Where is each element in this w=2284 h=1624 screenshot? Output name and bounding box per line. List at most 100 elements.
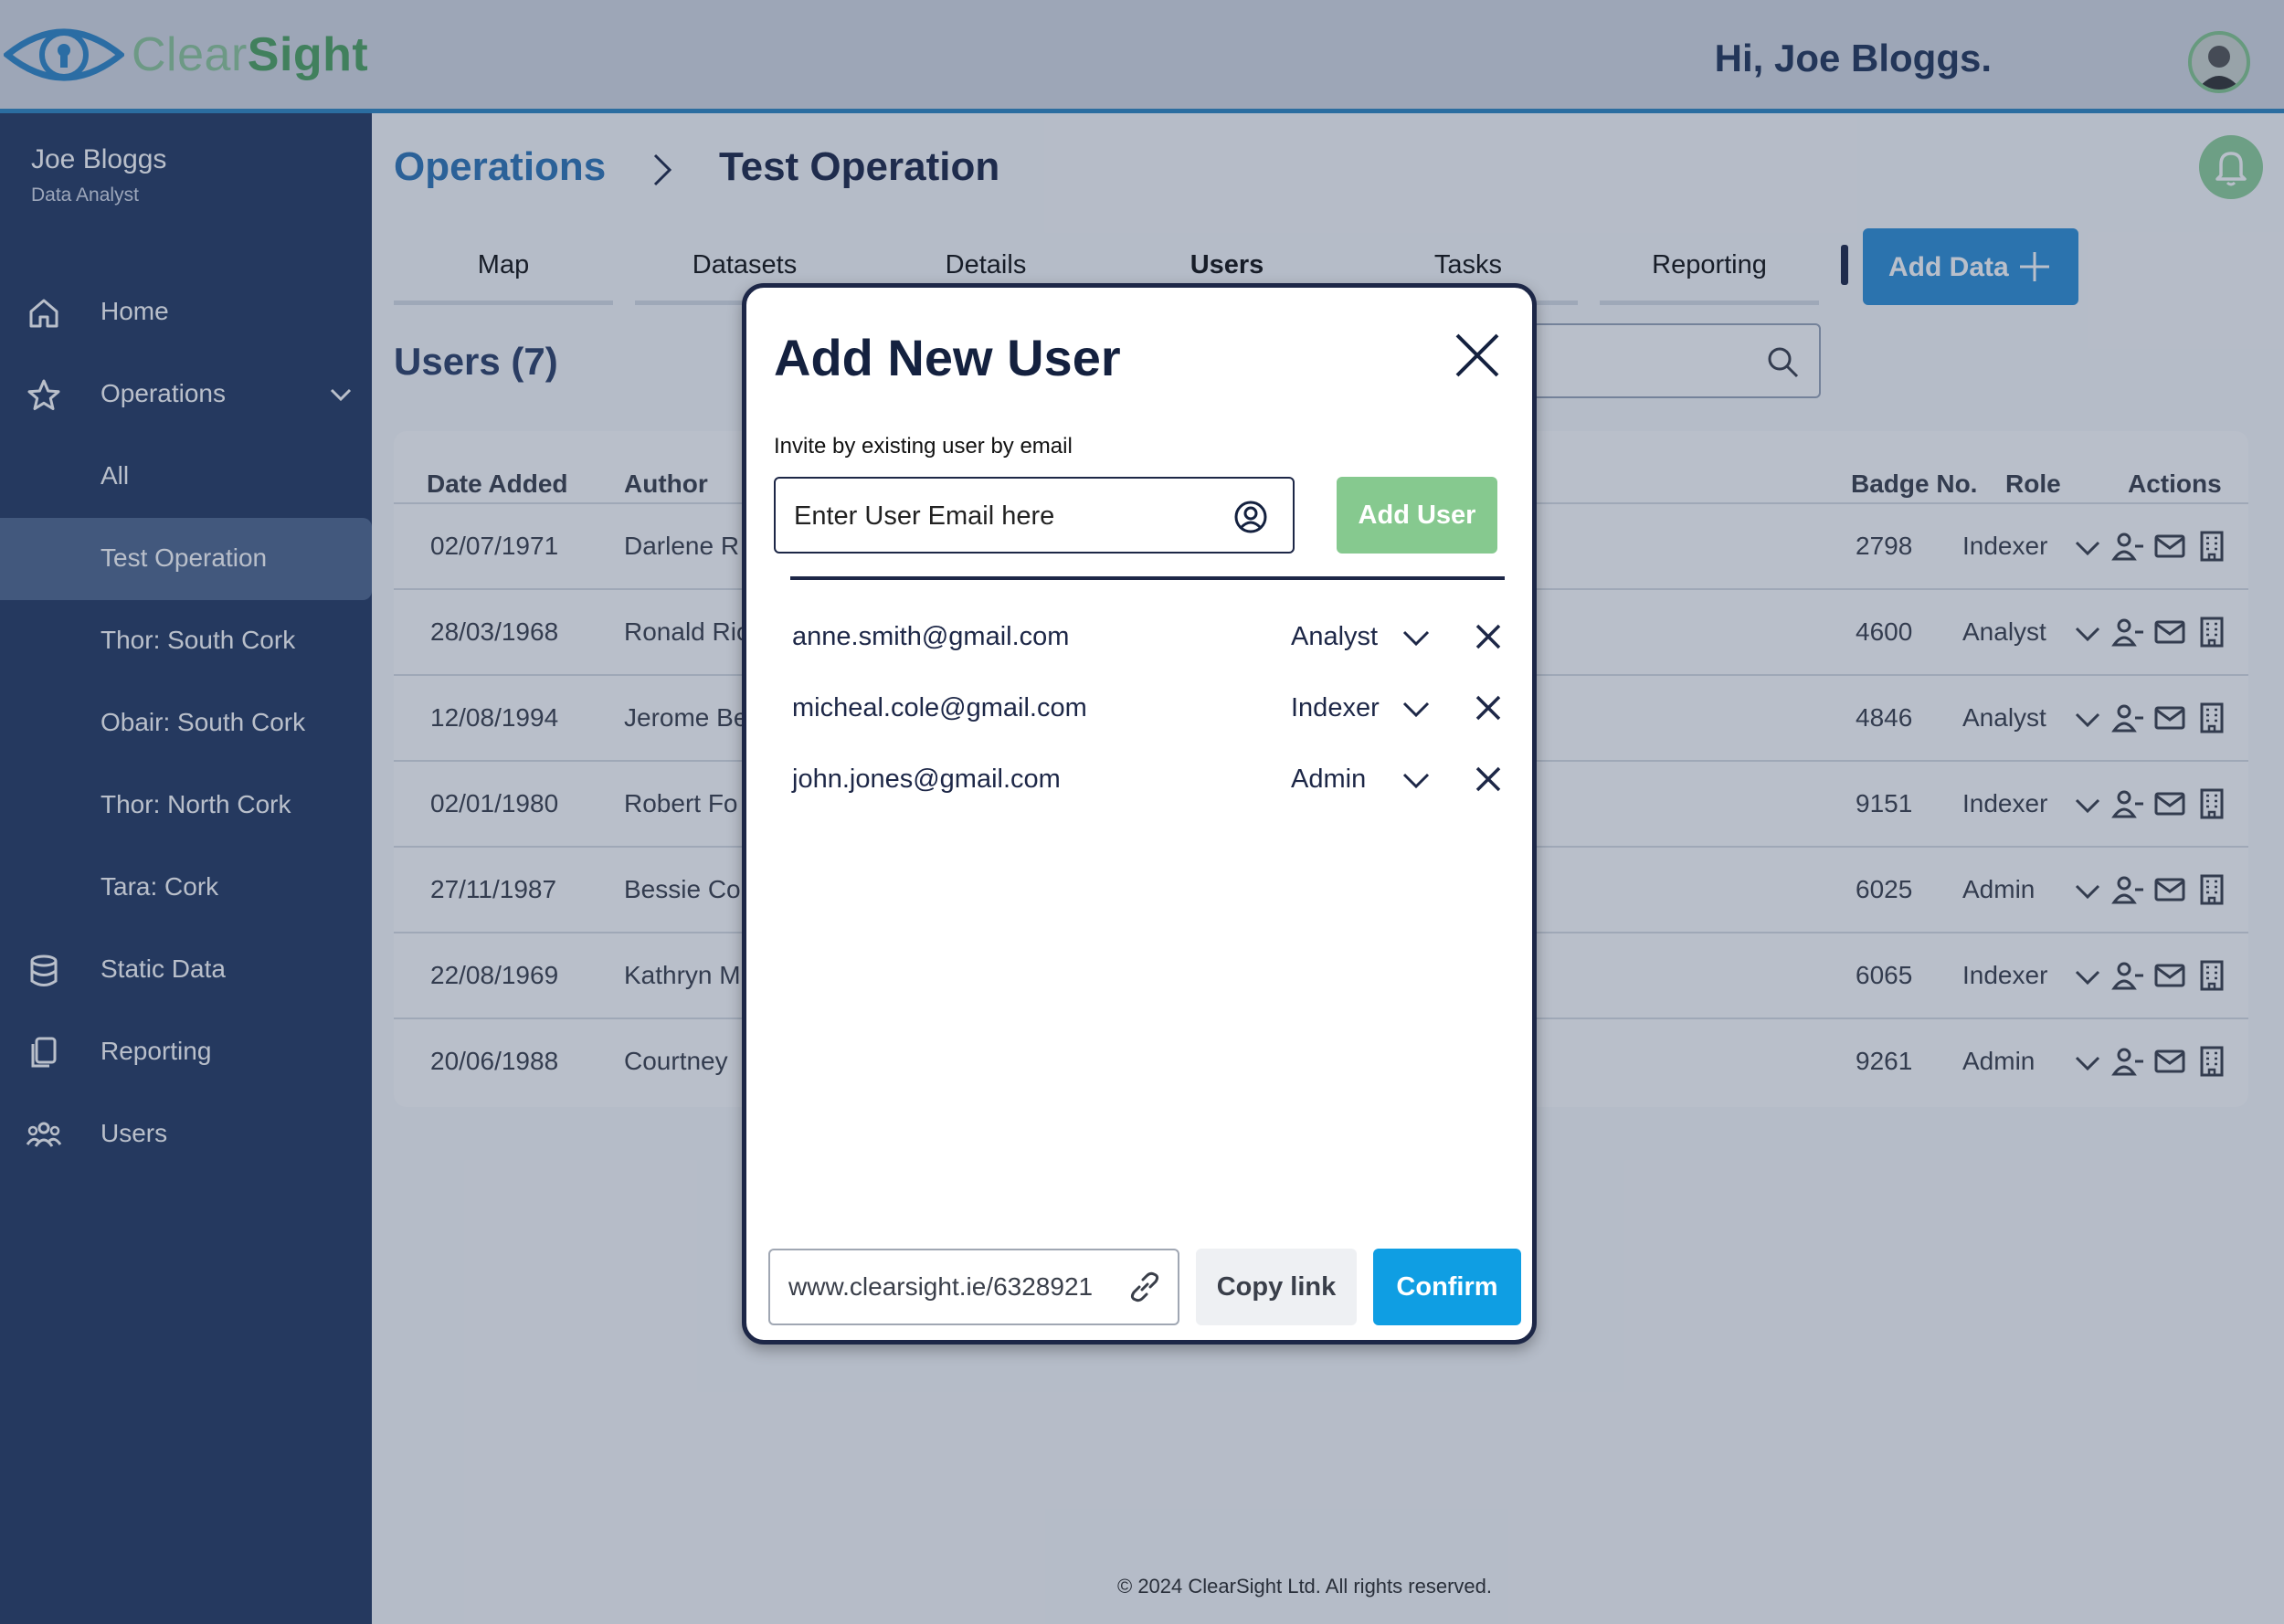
- user-remove-icon[interactable]: [2111, 701, 2144, 734]
- user-remove-icon[interactable]: [2111, 1045, 2144, 1078]
- add-user-button[interactable]: Add User: [1337, 477, 1497, 554]
- chevron-down-icon[interactable]: [2073, 1049, 2102, 1078]
- users-icon: [26, 1122, 62, 1147]
- chevron-down-icon[interactable]: [2073, 705, 2102, 734]
- mail-icon[interactable]: [2153, 616, 2186, 649]
- building-icon[interactable]: [2195, 616, 2228, 649]
- share-link-text: www.clearsight.ie/6328921: [788, 1272, 1094, 1301]
- invited-role[interactable]: Analyst: [1291, 622, 1378, 652]
- building-icon[interactable]: [2195, 873, 2228, 906]
- cell-role: Admin: [1962, 1047, 2036, 1075]
- eye-keyhole-logo-icon: [4, 28, 124, 81]
- mail-icon[interactable]: [2153, 959, 2186, 992]
- avatar[interactable]: [2188, 31, 2250, 93]
- invited-user-row: anne.smith@gmail.com Analyst: [790, 613, 1503, 668]
- chevron-down-icon[interactable]: [1401, 693, 1432, 724]
- cell-role: Analyst: [1962, 617, 2046, 646]
- email-field[interactable]: Enter User Email here: [774, 477, 1295, 554]
- copyright-footer: © 2024 ClearSight Ltd. All rights reserv…: [1117, 1575, 1492, 1598]
- sidebar-item-thor-north-cork[interactable]: Thor: North Cork: [0, 765, 372, 847]
- chevron-down-icon[interactable]: [2073, 963, 2102, 992]
- sidebar-user-name: Joe Bloggs: [31, 144, 167, 174]
- sidebar-item-label: Obair: South Cork: [100, 708, 306, 736]
- mail-icon[interactable]: [2153, 873, 2186, 906]
- cell-author: Jerome Be: [624, 703, 748, 732]
- sidebar-item-users[interactable]: Users: [0, 1093, 372, 1176]
- user-remove-icon[interactable]: [2111, 873, 2144, 906]
- chevron-down-icon[interactable]: [2073, 619, 2102, 649]
- user-circle-icon: [1234, 501, 1267, 533]
- building-icon[interactable]: [2195, 787, 2228, 820]
- cell-date: 27/11/1987: [430, 875, 557, 903]
- sidebar-item-home[interactable]: Home: [0, 271, 372, 353]
- sidebar: Joe Bloggs Data Analyst Home Operations …: [0, 113, 372, 1624]
- add-data-button[interactable]: Add Data: [1863, 228, 2078, 305]
- invited-email: micheal.cole@gmail.com: [792, 693, 1087, 722]
- home-icon: [29, 299, 58, 328]
- user-remove-icon[interactable]: [2111, 787, 2144, 820]
- sidebar-item-all[interactable]: All: [0, 436, 372, 518]
- sidebar-item-operations[interactable]: Operations: [0, 353, 372, 436]
- close-icon[interactable]: [1450, 328, 1505, 383]
- cell-role: Indexer: [1962, 961, 2048, 989]
- col-date-added: Date Added: [427, 469, 568, 498]
- brand-name: ClearSight: [132, 27, 368, 82]
- chevron-down-icon[interactable]: [2073, 877, 2102, 906]
- sidebar-item-test-operation[interactable]: Test Operation: [0, 518, 372, 600]
- cell-author: Ronald Ric: [624, 617, 749, 646]
- cell-badge: 9261: [1856, 1047, 1913, 1075]
- building-icon[interactable]: [2195, 1045, 2228, 1078]
- notifications-button[interactable]: [2199, 135, 2263, 199]
- cell-author: Robert Fo: [624, 789, 738, 817]
- mail-icon[interactable]: [2153, 701, 2186, 734]
- search-input[interactable]: [1532, 323, 1821, 398]
- building-icon[interactable]: [2195, 530, 2228, 563]
- user-avatar-icon: [2197, 46, 2241, 90]
- sidebar-item-obair-south-cork[interactable]: Obair: South Cork: [0, 682, 372, 765]
- confirm-button[interactable]: Confirm: [1373, 1249, 1521, 1325]
- brand-light: Clear: [132, 28, 248, 81]
- cell-date: 02/07/1971: [430, 532, 559, 560]
- cell-role: Analyst: [1962, 703, 2046, 732]
- user-remove-icon[interactable]: [2111, 530, 2144, 563]
- building-icon[interactable]: [2195, 959, 2228, 992]
- sidebar-item-tara-cork[interactable]: Tara: Cork: [0, 847, 372, 929]
- sidebar-item-reporting[interactable]: Reporting: [0, 1011, 372, 1093]
- remove-user-icon[interactable]: [1472, 620, 1505, 653]
- sidebar-item-static-data[interactable]: Static Data: [0, 929, 372, 1011]
- tab-map[interactable]: Map: [394, 250, 613, 305]
- cell-author: Bessie Co: [624, 875, 741, 903]
- mail-icon[interactable]: [2153, 787, 2186, 820]
- breadcrumb-parent[interactable]: Operations: [394, 144, 606, 190]
- cell-badge: 6025: [1856, 875, 1913, 903]
- sidebar-item-label: Home: [100, 297, 169, 325]
- link-icon: [1130, 1271, 1159, 1302]
- invited-email: john.jones@gmail.com: [792, 765, 1061, 794]
- invited-role[interactable]: Indexer: [1291, 693, 1380, 723]
- mail-icon[interactable]: [2153, 1045, 2186, 1078]
- copy-link-button[interactable]: Copy link: [1196, 1249, 1357, 1325]
- chevron-down-icon[interactable]: [2073, 791, 2102, 820]
- building-icon[interactable]: [2195, 701, 2228, 734]
- chevron-down-icon[interactable]: [1401, 622, 1432, 653]
- user-remove-icon[interactable]: [2111, 616, 2144, 649]
- tab-divider: [1841, 245, 1848, 285]
- cell-author: Courtney: [624, 1047, 728, 1075]
- sidebar-item-thor-south-cork[interactable]: Thor: South Cork: [0, 600, 372, 682]
- invited-email: anne.smith@gmail.com: [792, 622, 1070, 651]
- remove-user-icon[interactable]: [1472, 691, 1505, 724]
- mail-icon[interactable]: [2153, 530, 2186, 563]
- user-remove-icon[interactable]: [2111, 959, 2144, 992]
- invite-label: Invite by existing user by email: [774, 434, 1073, 459]
- chevron-down-icon[interactable]: [1401, 765, 1432, 796]
- cell-date: 12/08/1994: [430, 703, 559, 732]
- plus-icon: [2020, 252, 2049, 281]
- share-link-field[interactable]: www.clearsight.ie/6328921: [768, 1249, 1179, 1325]
- app-root: ClearSight Hi, Joe Bloggs. Joe Bloggs Da…: [0, 0, 2284, 1624]
- modal-title: Add New User: [774, 329, 1121, 386]
- invited-role[interactable]: Admin: [1291, 765, 1366, 795]
- remove-user-icon[interactable]: [1472, 763, 1505, 796]
- cell-role: Indexer: [1962, 532, 2048, 560]
- chevron-down-icon[interactable]: [2073, 533, 2102, 563]
- tab-reporting[interactable]: Reporting: [1600, 250, 1819, 305]
